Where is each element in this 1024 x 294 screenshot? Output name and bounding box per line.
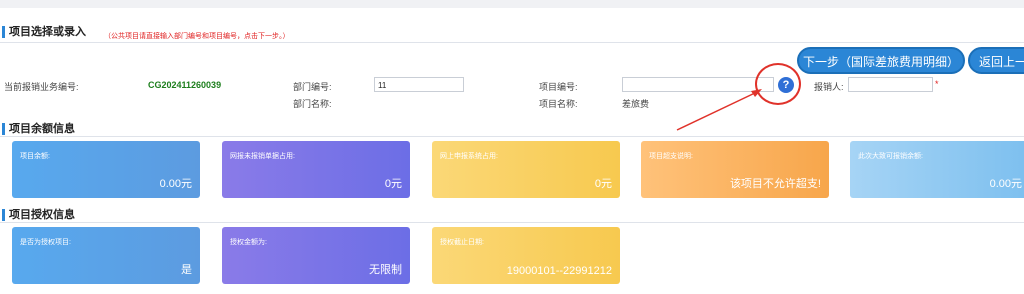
divider <box>0 222 1024 223</box>
card-title: 此次大致可报销余额: <box>858 153 923 160</box>
card-title: 授权截止日期: <box>440 239 484 246</box>
auth-deadline-card: 授权截止日期: 19000101--22991212 <box>432 227 620 284</box>
overspend-card: 项目超支说明: 该项目不允许超支! <box>641 141 829 198</box>
card-title: 网上申报系统占用: <box>440 153 498 160</box>
auth-project-card: 是否为授权项目: 是 <box>12 227 200 284</box>
divider <box>0 136 1024 137</box>
available-balance-card: 此次大致可报销余额: 0.00元 <box>850 141 1024 198</box>
card-value: 0.00元 <box>159 178 192 190</box>
card-value: 0元 <box>594 178 612 190</box>
occupied-card: 网报未报销单据占用: 0元 <box>222 141 410 198</box>
card-value: 该项目不允许超支! <box>729 178 821 190</box>
online-occupied-card: 网上申报系统占用: 0元 <box>432 141 620 198</box>
card-value: 0.00元 <box>989 178 1022 190</box>
card-value: 19000101--22991212 <box>506 265 612 277</box>
card-title: 项目超支说明: <box>649 153 693 160</box>
card-title: 是否为授权项目: <box>20 239 71 246</box>
card-title: 授权金额为: <box>230 239 267 246</box>
balance-card: 项目余额: 0.00元 <box>12 141 200 198</box>
card-title: 网报未报销单据占用: <box>230 153 295 160</box>
auth-amount-card: 授权金额为: 无限制 <box>222 227 410 284</box>
section-title-authorization: 项目授权信息 <box>2 209 75 221</box>
card-value: 无限制 <box>369 264 402 276</box>
card-title: 项目余额: <box>20 153 50 160</box>
section-title-balance: 项目余额信息 <box>2 123 75 135</box>
card-value: 是 <box>181 264 192 276</box>
card-value: 0元 <box>384 178 402 190</box>
